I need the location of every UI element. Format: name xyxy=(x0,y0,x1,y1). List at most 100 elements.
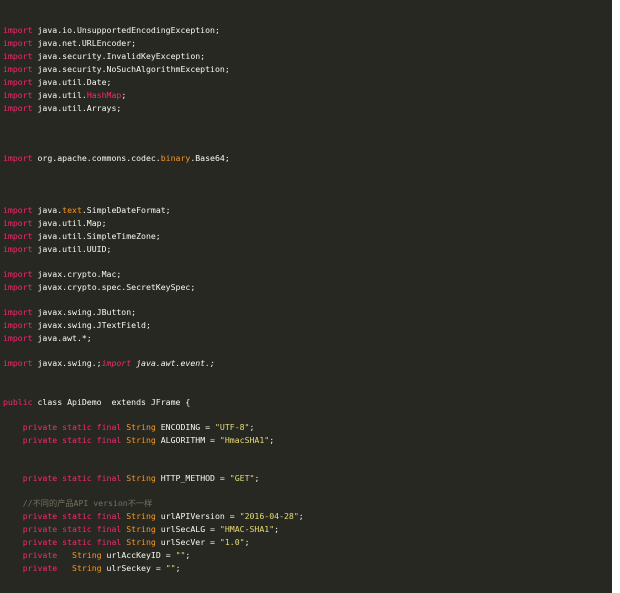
code-token: java.awt.*; xyxy=(32,333,92,343)
code-token: binary xyxy=(160,153,191,163)
code-line[interactable]: import javax.crypto.spec.SecretKeySpec; xyxy=(3,281,195,294)
code-token: String xyxy=(72,563,102,573)
code-token: HashMap xyxy=(86,90,122,100)
code-line[interactable]: import java.util.Arrays; xyxy=(3,102,121,115)
code-token: javax.crypto.spec.SecretKeySpec; xyxy=(32,282,196,292)
code-token: java.security.InvalidKeyException; xyxy=(32,51,206,61)
editor-scrollbar[interactable] xyxy=(612,0,620,593)
code-token: ulrSeckey = xyxy=(101,563,166,573)
code-token: private static final xyxy=(22,473,122,483)
code-line[interactable]: import java.util.HashMap; xyxy=(3,89,126,102)
code-token: urlSecVer = xyxy=(155,537,220,547)
code-token: import xyxy=(3,38,33,48)
code-token: java.util. xyxy=(32,90,87,100)
code-token: import xyxy=(3,320,33,330)
code-token: "2016-04-28" xyxy=(239,511,299,521)
code-token: "" xyxy=(165,563,176,573)
code-line[interactable]: private static final String ENCODING = "… xyxy=(3,421,255,434)
code-line[interactable]: private static final String ALGORITHM = … xyxy=(3,434,274,447)
code-line[interactable]: import javax.swing.JTextField; xyxy=(3,319,151,332)
code-line[interactable]: public class ApiDemo extends JFrame { xyxy=(3,396,190,409)
code-line[interactable]: import java.text.SimpleDateFormat; xyxy=(3,204,171,217)
code-token: "GET" xyxy=(229,473,255,483)
code-line[interactable]: private static final String urlAPIVersio… xyxy=(3,510,304,523)
code-token: String xyxy=(126,473,156,483)
code-token: "1.0" xyxy=(219,537,245,547)
code-line[interactable]: import javax.crypto.Mac; xyxy=(3,268,121,281)
code-token: import xyxy=(3,333,33,343)
code-token: import xyxy=(3,51,33,61)
code-token: import xyxy=(101,358,132,368)
code-token: import xyxy=(3,307,33,317)
code-token: .SimpleDateFormat; xyxy=(81,205,171,215)
code-token: class ApiDemo extends JFrame { xyxy=(32,397,191,407)
code-line[interactable]: private static final String HTTP_METHOD … xyxy=(3,472,260,485)
code-token: import xyxy=(3,90,33,100)
code-line[interactable]: import java.security.NoSuchAlgorithmExce… xyxy=(3,63,230,76)
code-token: java.net.URLEncoder; xyxy=(32,38,137,48)
code-line[interactable]: import javax.swing.JButton; xyxy=(3,306,136,319)
code-token: javax.swing.JButton; xyxy=(32,307,137,317)
code-line[interactable]: private static final String urlSecVer = … xyxy=(3,536,250,549)
code-token: import xyxy=(3,64,33,74)
code-line[interactable]: import java.net.URLEncoder; xyxy=(3,37,136,50)
code-token: urlAPIVersion = xyxy=(155,511,240,521)
code-line[interactable]: private static final String urlSecALG = … xyxy=(3,523,279,536)
code-token: private xyxy=(22,563,58,573)
code-token: import xyxy=(3,103,33,113)
code-token: import xyxy=(3,205,33,215)
code-token: ENCODING = xyxy=(155,422,215,432)
code-token: ; xyxy=(175,563,181,573)
code-token: "" xyxy=(175,550,186,560)
code-token: ; xyxy=(185,550,191,560)
code-token: public xyxy=(3,397,33,407)
code-token: urlAccKeyID = xyxy=(101,550,176,560)
code-token: private static final xyxy=(22,537,122,547)
code-line[interactable]: import org.apache.commons.codec.binary.B… xyxy=(3,152,230,165)
code-token: .Base64; xyxy=(190,153,230,163)
code-token: ; xyxy=(274,524,280,534)
code-line[interactable]: //不同的产品API version不一样 xyxy=(3,497,153,510)
code-token: "HMAC-SHA1" xyxy=(219,524,275,534)
code-token: String xyxy=(72,550,102,560)
code-token: java.util.Date; xyxy=(32,77,112,87)
code-token: String xyxy=(126,537,156,547)
code-token: text xyxy=(62,205,82,215)
code-token: java.security.NoSuchAlgorithmException; xyxy=(32,64,230,74)
code-line[interactable]: import javax.swing.;import java.awt.even… xyxy=(3,357,215,370)
code-line[interactable]: import java.util.SimpleTimeZone; xyxy=(3,230,161,243)
code-line[interactable]: private String urlAccKeyID = ""; xyxy=(3,549,191,562)
code-token: import xyxy=(3,269,33,279)
code-token: String xyxy=(126,511,156,521)
code-token: private static final xyxy=(22,422,122,432)
code-line[interactable]: private String ulrSeckey = ""; xyxy=(3,562,181,575)
code-token: ; xyxy=(249,422,255,432)
code-token: javax.crypto.Mac; xyxy=(32,269,122,279)
code-token: urlSecALG = xyxy=(155,524,220,534)
code-line[interactable]: import java.awt.*; xyxy=(3,332,92,345)
code-token: import xyxy=(3,358,33,368)
code-line[interactable]: import java.security.InvalidKeyException… xyxy=(3,50,205,63)
code-line[interactable]: import java.util.Date; xyxy=(3,76,111,89)
code-token: HTTP_METHOD = xyxy=(155,473,230,483)
code-editor[interactable]: import java.io.UnsupportedEncodingExcept… xyxy=(0,0,612,593)
code-token: java.util.Arrays; xyxy=(32,103,122,113)
code-token: import xyxy=(3,218,33,228)
code-token: ; xyxy=(244,537,250,547)
code-line[interactable]: import java.util.UUID; xyxy=(3,243,111,256)
code-token: "HmacSHA1" xyxy=(219,435,270,445)
code-token: java.util.SimpleTimeZone; xyxy=(32,231,161,241)
code-token: ALGORITHM = xyxy=(155,435,220,445)
code-token: ; xyxy=(254,473,260,483)
code-token: String xyxy=(126,524,156,534)
code-line[interactable]: import java.io.UnsupportedEncodingExcept… xyxy=(3,24,220,37)
code-line[interactable]: import java.util.Map; xyxy=(3,217,107,230)
